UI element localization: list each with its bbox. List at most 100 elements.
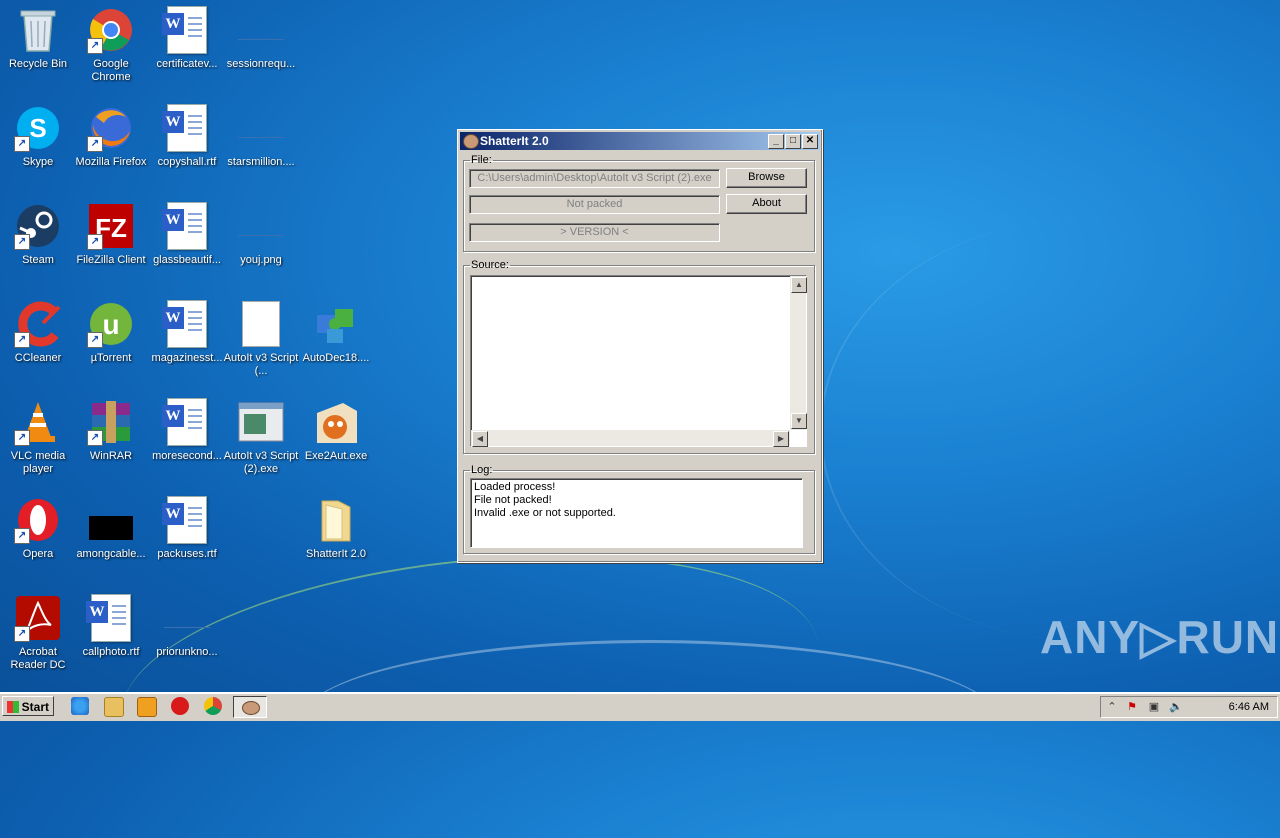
- icon-label: copyshall.rtf: [157, 156, 217, 168]
- desktop-icon-filezilla[interactable]: FZ ↗ FileZilla Client: [73, 202, 149, 267]
- winrar-icon: ↗: [87, 398, 135, 446]
- icon-label: youj.png: [240, 254, 282, 266]
- desktop-icon-opera[interactable]: ↗ Opera: [0, 496, 76, 561]
- word-document-icon: W: [162, 398, 211, 446]
- blank-image-icon: [237, 202, 285, 250]
- desktop-icon-certificatev[interactable]: W certificatev...: [149, 6, 225, 71]
- window-titlebar[interactable]: ShatterIt 2.0 _ □ ✕: [460, 132, 820, 150]
- desktop-icon-firefox[interactable]: ↗ Mozilla Firefox: [73, 104, 149, 169]
- blank-image-icon: [237, 6, 285, 54]
- clock[interactable]: 6:46 AM: [1229, 697, 1269, 717]
- volume-icon[interactable]: 🔈: [1169, 700, 1183, 714]
- desktop-icon-moresecond[interactable]: W moresecond...: [149, 398, 225, 463]
- icon-label: callphoto.rtf: [82, 646, 140, 658]
- desktop-icon-packuses[interactable]: W packuses.rtf: [149, 496, 225, 561]
- desktop-icon-autodec[interactable]: AutoDec18....: [298, 300, 374, 365]
- desktop-icon-sessionrequ[interactable]: sessionrequ...: [223, 6, 299, 71]
- start-button[interactable]: Start: [2, 696, 54, 716]
- icon-label: sessionrequ...: [226, 58, 296, 70]
- desktop-icon-callphoto[interactable]: W callphoto.rtf: [73, 594, 149, 659]
- log-line: Loaded process!: [474, 481, 556, 493]
- chrome-icon: ↗: [87, 6, 135, 54]
- scroll-left-icon[interactable]: ◀: [472, 431, 488, 447]
- desktop-icon-exe2aut[interactable]: Exe2Aut.exe: [298, 398, 374, 463]
- chrome-taskbar-icon[interactable]: [204, 697, 222, 715]
- desktop-icon-magazinesst[interactable]: W magazinesst...: [149, 300, 225, 365]
- icon-label: FileZilla Client: [76, 254, 146, 266]
- windows-flag-icon: [7, 701, 19, 713]
- icon-label: Opera: [22, 548, 54, 560]
- skype-icon: S ↗: [14, 104, 62, 152]
- icon-label: Mozilla Firefox: [75, 156, 147, 168]
- minimize-button[interactable]: _: [768, 134, 784, 149]
- desktop-icon-utorrent[interactable]: u ↗ µTorrent: [73, 300, 149, 365]
- scroll-right-icon[interactable]: ▶: [773, 431, 789, 447]
- media-player-icon[interactable]: [137, 697, 157, 717]
- scroll-up-icon[interactable]: ▲: [791, 277, 807, 293]
- internet-explorer-icon[interactable]: [71, 697, 89, 715]
- desktop-icon-acrobat[interactable]: ↗ Acrobat Reader DC: [0, 594, 76, 672]
- autoit-exe-icon: [237, 398, 285, 446]
- log-textarea[interactable]: Loaded process! File not packed! Invalid…: [470, 478, 803, 548]
- icon-label: ShatterIt 2.0: [306, 548, 366, 560]
- desktop-icon-autoit-script-2[interactable]: AutoIt v3 Script (2).exe: [223, 398, 299, 476]
- wallpaper-streak: [109, 524, 831, 838]
- desktop-icon-winrar[interactable]: ↗ WinRAR: [73, 398, 149, 463]
- desktop-icon-autoit-script[interactable]: AutoIt v3 Script (...: [223, 300, 299, 378]
- opera-taskbar-icon[interactable]: [171, 697, 189, 715]
- file-explorer-icon[interactable]: [104, 697, 124, 717]
- desktop-icon-glassbeautif[interactable]: W glassbeautif...: [149, 202, 225, 267]
- taskbar: Start ⌃ ⚑ ▣ 🔈 6:46 AM: [0, 692, 1280, 721]
- blank-image-icon: [163, 594, 211, 642]
- taskbar-shatterit-button[interactable]: [233, 696, 267, 718]
- desktop-icon-priorunkno[interactable]: priorunkno...: [149, 594, 225, 659]
- source-textarea[interactable]: ▲ ▼ ◀ ▶: [470, 275, 807, 447]
- desktop-icon-recycle-bin[interactable]: Recycle Bin: [0, 6, 76, 71]
- desktop-icon-starsmillion[interactable]: starsmillion....: [223, 104, 299, 169]
- desktop-icon-ccleaner[interactable]: ↗ CCleaner: [0, 300, 76, 365]
- desktop-icon-shatterit-folder[interactable]: ShatterIt 2.0: [298, 496, 374, 561]
- vertical-scrollbar[interactable]: ▲ ▼: [790, 276, 807, 430]
- show-hidden-icons-icon[interactable]: ⌃: [1105, 700, 1119, 714]
- blank-file-icon: [237, 300, 285, 348]
- scroll-down-icon[interactable]: ▼: [791, 413, 807, 429]
- recycle-bin-icon: [14, 6, 62, 54]
- wallpaper-streak: [820, 220, 1280, 640]
- action-center-flag-icon[interactable]: ⚑: [1125, 700, 1139, 714]
- icon-label: µTorrent: [90, 352, 132, 364]
- desktop-icon-copyshall[interactable]: W copyshall.rtf: [149, 104, 225, 169]
- shortcut-arrow-icon: ↗: [87, 38, 103, 54]
- svg-text:S: S: [29, 113, 46, 143]
- horizontal-scrollbar[interactable]: ◀ ▶: [471, 430, 790, 447]
- brain-app-icon: [463, 134, 479, 149]
- desktop-icon-amongcable[interactable]: amongcable...: [73, 496, 149, 561]
- ccleaner-icon: ↗: [14, 300, 62, 348]
- anyrun-watermark: ANY▷RUN: [1040, 611, 1280, 663]
- maximize-button[interactable]: □: [785, 134, 801, 149]
- icon-label: starsmillion....: [227, 156, 295, 168]
- system-tray: ⌃ ⚑ ▣ 🔈 6:46 AM: [1100, 696, 1278, 718]
- shortcut-arrow-icon: ↗: [87, 234, 103, 250]
- blank-image-icon: [237, 104, 285, 152]
- icon-label: WinRAR: [89, 450, 133, 462]
- icon-label: Acrobat Reader DC: [10, 646, 66, 671]
- about-button[interactable]: About: [726, 194, 807, 214]
- filezilla-icon: FZ ↗: [87, 202, 135, 250]
- svg-text:u: u: [102, 309, 119, 340]
- network-icon[interactable]: ▣: [1147, 700, 1161, 714]
- shortcut-arrow-icon: ↗: [14, 626, 30, 642]
- desktop-icon-vlc[interactable]: ↗ VLC media player: [0, 398, 76, 476]
- icon-label: certificatev...: [156, 58, 218, 70]
- browse-button[interactable]: Browse: [726, 168, 807, 188]
- close-button[interactable]: ✕: [802, 134, 818, 149]
- icon-label: AutoDec18....: [302, 352, 370, 364]
- file-path-field[interactable]: C:\Users\admin\Desktop\AutoIt v3 Script …: [469, 169, 720, 188]
- log-line: Invalid .exe or not supported.: [474, 507, 616, 519]
- version-field: > VERSION <: [469, 223, 720, 242]
- icon-label: VLC media player: [10, 450, 66, 475]
- desktop-icon-skype[interactable]: S ↗ Skype: [0, 104, 76, 169]
- acrobat-reader-icon: ↗: [14, 594, 62, 642]
- desktop-icon-youj[interactable]: youj.png: [223, 202, 299, 267]
- desktop-icon-steam[interactable]: ↗ Steam: [0, 202, 76, 267]
- desktop-icon-chrome[interactable]: ↗ Google Chrome: [73, 6, 149, 84]
